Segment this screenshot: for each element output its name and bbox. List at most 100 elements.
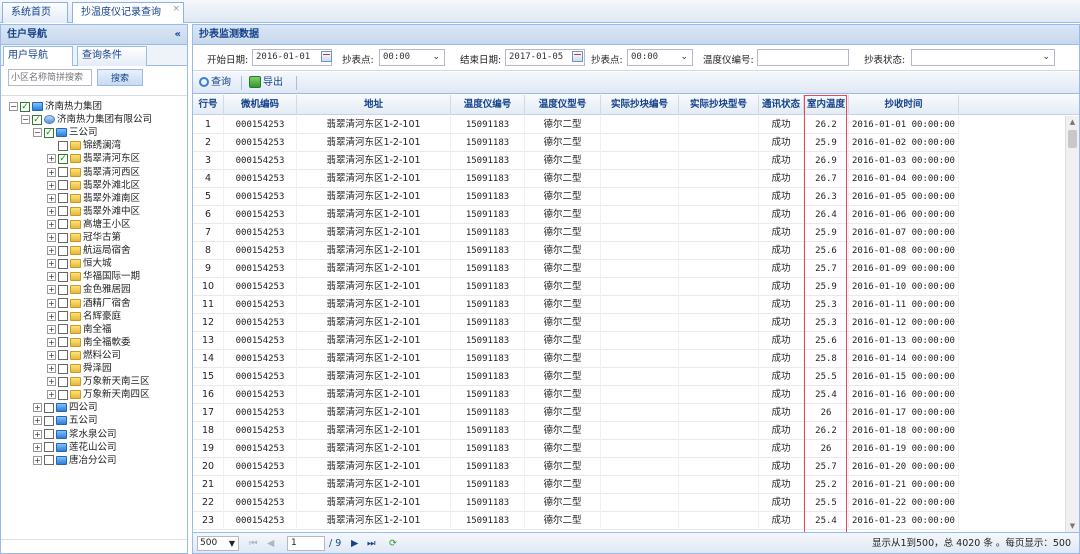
read-status-select[interactable]: ⌄ xyxy=(911,49,1055,66)
first-page-icon[interactable]: ⏮ xyxy=(249,536,258,551)
expand-node-icon[interactable]: + xyxy=(47,193,56,203)
collapse-node-icon[interactable]: − xyxy=(9,102,18,111)
tree-node[interactable]: + 恒大城 xyxy=(47,257,112,270)
expand-node-icon[interactable]: + xyxy=(47,259,56,269)
thermometer-number-input[interactable] xyxy=(757,49,849,66)
tree-node-checkbox[interactable] xyxy=(44,429,54,439)
tree-node-checkbox[interactable]: ✓ xyxy=(58,153,68,164)
page-number-input[interactable]: 1 xyxy=(287,536,325,551)
table-row[interactable]: 16 000154253 翡翠清河东区1-2-101 15091183 德尔二型 成功 25… xyxy=(193,386,959,404)
tab-query-conditions[interactable]: 查询条件 xyxy=(77,46,147,66)
tree-node-checkbox[interactable]: ✓ xyxy=(44,127,54,138)
expand-node-icon[interactable]: + xyxy=(47,285,56,295)
tree-node[interactable]: + 莲花山公司 xyxy=(33,441,117,454)
tree-node-checkbox[interactable] xyxy=(58,271,68,282)
tree-node[interactable]: − ✓ 济南热力集团有限公司 xyxy=(21,113,152,126)
table-row[interactable]: 19 000154253 翡翠清河东区1-2-101 15091183 德尔二型 成功 26… xyxy=(193,440,959,458)
tab-user-navigation[interactable]: 用户导航 xyxy=(3,46,73,66)
last-page-icon[interactable]: ⏭ xyxy=(367,536,376,551)
tree-node[interactable]: + 南全福軟委 xyxy=(47,336,131,349)
table-row[interactable]: 11 000154253 翡翠清河东区1-2-101 15091183 德尔二型 成功 25… xyxy=(193,296,959,314)
table-row[interactable]: 12 000154253 翡翠清河东区1-2-101 15091183 德尔二型 成功 25… xyxy=(193,314,959,332)
tree-search-input[interactable] xyxy=(8,69,92,86)
expand-node-icon[interactable]: + xyxy=(47,377,56,387)
next-page-icon[interactable]: ▶ xyxy=(351,536,358,551)
tree-node[interactable]: + 万象新天南三区 xyxy=(47,375,150,388)
tree-node[interactable]: + 翡翠外滩南区 xyxy=(47,192,140,205)
tree-node[interactable]: + 五公司 xyxy=(33,414,98,427)
expand-node-icon[interactable]: + xyxy=(47,219,56,229)
table-row[interactable]: 6 000154253 翡翠清河东区1-2-101 15091183 德尔二型 成功 26.… xyxy=(193,206,959,224)
table-row[interactable]: 1 000154253 翡翠清河东区1-2-101 15091183 德尔二型 成功 26.… xyxy=(193,116,959,134)
expand-node-icon[interactable]: + xyxy=(47,350,56,360)
tree-node[interactable]: + 华福国际一期 xyxy=(47,270,140,283)
column-header[interactable]: 微机编码 xyxy=(224,95,297,115)
tree-node-checkbox[interactable] xyxy=(58,350,68,361)
start-date-input[interactable]: 2016-01-01 xyxy=(252,49,332,66)
tree-node[interactable]: + 酒精厂宿舍 xyxy=(47,297,131,310)
table-row[interactable]: 20 000154253 翡翠清河东区1-2-101 15091183 德尔二型 成功 25… xyxy=(193,458,959,476)
expand-node-icon[interactable]: + xyxy=(33,455,42,465)
expand-node-icon[interactable]: + xyxy=(47,272,56,282)
collapse-node-icon[interactable]: − xyxy=(33,128,42,138)
tree-node[interactable]: + 翡翠外滩北区 xyxy=(47,179,140,192)
tree-node-checkbox[interactable]: ✓ xyxy=(32,114,42,125)
tree-node[interactable]: + 冠华古第 xyxy=(47,231,121,244)
expand-node-icon[interactable]: + xyxy=(47,364,56,373)
expand-node-icon[interactable]: + xyxy=(47,324,56,334)
read-point-select[interactable]: 00:00 ⌄ xyxy=(379,49,445,66)
tree-node[interactable]: + 名辉豪庭 xyxy=(47,310,121,323)
tree-node-checkbox[interactable] xyxy=(58,167,68,177)
column-header[interactable]: 行号 xyxy=(193,95,224,115)
tree-node[interactable]: − ✓ 济南热力集团 xyxy=(9,100,102,113)
tree-node-checkbox[interactable] xyxy=(58,219,68,230)
tree-node[interactable]: + ✓ 翡翠清河东区 xyxy=(47,152,140,165)
column-header[interactable]: 地址 xyxy=(297,95,451,115)
tree-node[interactable]: + 舜泽园 xyxy=(47,362,112,375)
tree-node[interactable]: + 高塘王小区 xyxy=(47,218,131,231)
tree-node[interactable]: + 翡翠外滩中区 xyxy=(47,205,140,218)
table-row[interactable]: 9 000154253 翡翠清河东区1-2-101 15091183 德尔二型 成功 25.… xyxy=(193,260,959,278)
refresh-icon[interactable]: ⟳ xyxy=(389,536,397,551)
tree-node-checkbox[interactable] xyxy=(58,311,68,322)
page-size-select[interactable]: 500 ▼ xyxy=(197,536,239,551)
tree-search-button[interactable]: 搜索 xyxy=(97,69,143,86)
tree-node-checkbox[interactable]: ✓ xyxy=(20,101,30,112)
prev-page-icon[interactable]: ◀ xyxy=(267,536,274,551)
tree-node-checkbox[interactable] xyxy=(58,180,68,191)
expand-node-icon[interactable]: + xyxy=(47,311,56,321)
column-header[interactable]: 抄收时间 xyxy=(849,95,959,115)
tab-thermometer-records[interactable]: 抄温度仪记录查询 × xyxy=(72,2,184,23)
table-row[interactable]: 17 000154253 翡翠清河东区1-2-101 15091183 德尔二型 成功 26… xyxy=(193,404,959,422)
tree-node-checkbox[interactable] xyxy=(58,232,68,243)
scroll-down-icon[interactable]: ▼ xyxy=(1066,520,1079,532)
expand-node-icon[interactable]: + xyxy=(47,206,56,216)
tree-node[interactable]: + 四公司 xyxy=(33,401,98,414)
table-row[interactable]: 8 000154253 翡翠清河东区1-2-101 15091183 德尔二型 成功 25.… xyxy=(193,242,959,260)
column-header[interactable]: 实际抄块型号 xyxy=(679,95,759,115)
expand-node-icon[interactable]: + xyxy=(33,403,42,413)
column-header[interactable]: 通讯状态 xyxy=(759,95,804,115)
scroll-up-icon[interactable]: ▲ xyxy=(1066,116,1079,128)
tree-node-checkbox[interactable] xyxy=(58,206,68,217)
tree-node-checkbox[interactable] xyxy=(58,376,68,387)
tree-node-checkbox[interactable] xyxy=(58,193,68,204)
tree-node-checkbox[interactable] xyxy=(58,258,68,269)
close-icon[interactable]: × xyxy=(172,3,180,15)
expand-node-icon[interactable]: + xyxy=(47,390,56,400)
export-button[interactable]: 导出 xyxy=(249,75,283,91)
expand-node-icon[interactable]: + xyxy=(47,180,56,190)
table-row[interactable]: 10 000154253 翡翠清河东区1-2-101 15091183 德尔二型 成功 25… xyxy=(193,278,959,296)
table-row[interactable]: 5 000154253 翡翠清河东区1-2-101 15091183 德尔二型 成功 26.… xyxy=(193,188,959,206)
column-header[interactable]: 实际抄块编号 xyxy=(601,95,679,115)
expand-node-icon[interactable]: + xyxy=(47,233,56,242)
expand-node-icon[interactable]: + xyxy=(47,246,56,256)
collapse-icon[interactable]: « xyxy=(175,25,181,45)
tree-node[interactable]: + 浆水泉公司 xyxy=(33,428,117,441)
expand-node-icon[interactable]: + xyxy=(33,442,42,452)
tree-node[interactable]: + 燃料公司 xyxy=(47,349,121,362)
table-row[interactable]: 7 000154253 翡翠清河东区1-2-101 15091183 德尔二型 成功 25.… xyxy=(193,224,959,242)
table-row[interactable]: 15 000154253 翡翠清河东区1-2-101 15091183 德尔二型 成功 25… xyxy=(193,368,959,386)
expand-node-icon[interactable]: + xyxy=(47,154,56,164)
tree-node-checkbox[interactable] xyxy=(44,415,54,426)
